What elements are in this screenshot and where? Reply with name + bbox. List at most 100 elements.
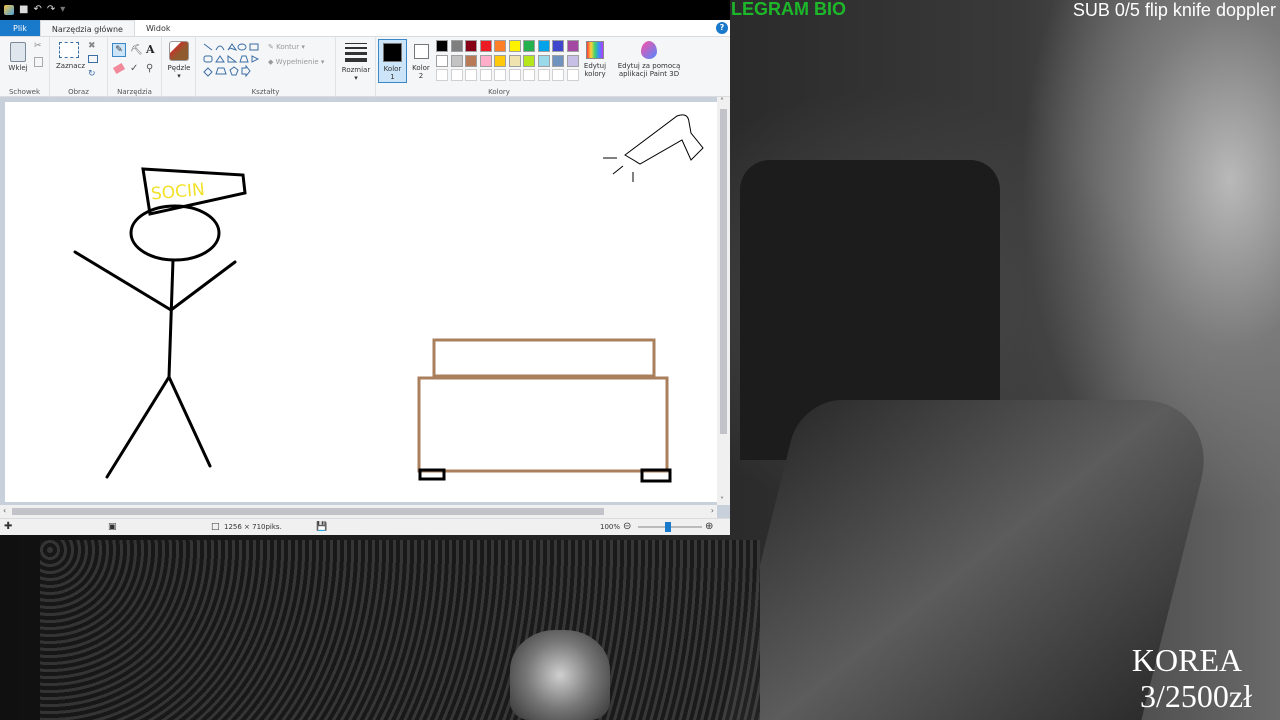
color-swatch[interactable]	[523, 40, 535, 52]
color-swatch[interactable]	[465, 69, 477, 81]
color-swatch[interactable]	[537, 40, 550, 52]
edit-colors-button[interactable]: Edytuj kolory	[582, 41, 608, 78]
color-swatch[interactable]	[479, 69, 492, 81]
eraser-icon[interactable]	[112, 62, 126, 75]
tab-home[interactable]: Narzędzia główne	[39, 20, 135, 36]
color-swatch[interactable]	[566, 40, 579, 52]
korea-goal-overlay: KOREA 3/2500zł	[1092, 642, 1252, 714]
stick-figure-body	[167, 258, 175, 379]
image-group: Zaznacz ✖ ↻ Obraz	[50, 37, 108, 97]
color-swatch[interactable]	[465, 40, 477, 52]
status-bar: ✚ ▣ □ 1256 × 710piks. 💾 100% ⊝ ⊕	[0, 518, 730, 535]
color-swatch[interactable]	[494, 69, 506, 81]
color-swatch[interactable]	[552, 69, 564, 81]
horizontal-scroll-thumb[interactable]	[12, 508, 604, 515]
hat-text: SOCIN	[150, 180, 205, 205]
size-button[interactable]: Rozmiar ▾	[340, 43, 372, 82]
tab-file[interactable]: Plik	[0, 20, 40, 36]
color-swatch[interactable]	[508, 40, 521, 52]
color-swatch[interactable]	[450, 40, 463, 52]
color-picker-icon[interactable]: ✓	[130, 63, 138, 74]
edit-colors-label-1: Edytuj	[583, 62, 607, 70]
chevron-down-icon: ▾	[177, 72, 181, 80]
vertical-scroll-thumb[interactable]	[720, 109, 727, 434]
fill-label: Wypełnienie	[275, 58, 319, 66]
fill-bucket-icon[interactable]: ⛏	[130, 45, 143, 56]
zoom-level: 100%	[600, 523, 621, 531]
undo-icon[interactable]: ↶	[33, 0, 41, 20]
color-swatch[interactable]	[450, 54, 463, 67]
outline-dropdown[interactable]: ✎ Kontur ▾	[268, 43, 305, 51]
cursor-position-icon: ✚	[4, 521, 13, 532]
color-swatch[interactable]	[523, 54, 535, 67]
paint3d-icon	[641, 41, 657, 59]
color1-button[interactable]: Kolor 1	[378, 39, 407, 83]
line-width-icon	[345, 43, 367, 62]
zoom-out-icon[interactable]: ⊝	[623, 519, 631, 535]
color-swatch[interactable]	[537, 54, 550, 67]
crop-icon[interactable]: ✖	[88, 41, 96, 51]
edit-paint3d-button[interactable]: Edytuj za pomocą aplikacji Paint 3D	[614, 41, 684, 78]
rotate-icon[interactable]: ↻	[88, 69, 96, 79]
stick-figure-left-arm	[73, 250, 173, 312]
color2-swatch	[413, 44, 429, 59]
horizontal-scrollbar[interactable]: ‹ ›	[0, 505, 717, 518]
background-chainmail	[40, 540, 760, 720]
color2-button[interactable]: Kolor 2	[408, 39, 434, 83]
paste-label: Wklej	[8, 64, 28, 72]
scroll-right-icon[interactable]: ›	[711, 506, 714, 515]
color-swatch[interactable]	[537, 69, 550, 81]
scroll-down-icon[interactable]: ˅	[720, 496, 724, 505]
color1-label: Kolor	[383, 65, 402, 73]
color-swatch[interactable]	[450, 69, 463, 81]
color-swatch[interactable]	[552, 54, 564, 67]
shapes-gallery[interactable]	[202, 42, 262, 80]
scroll-left-icon[interactable]: ‹	[3, 506, 6, 515]
chevron-down-icon: ▾	[354, 74, 358, 82]
color-swatch[interactable]	[566, 69, 579, 81]
magnifier-icon[interactable]: ⚲	[146, 63, 153, 74]
color2-number: 2	[418, 72, 424, 80]
edit-colors-label-2: kolory	[584, 70, 606, 78]
redo-icon[interactable]: ↷	[47, 0, 55, 20]
save-icon[interactable]: ■	[19, 0, 28, 20]
drawing: SOCIN	[73, 114, 704, 483]
brushes-group: Pędzle ▾	[162, 37, 196, 97]
color-swatch[interactable]	[494, 54, 506, 67]
color-swatch[interactable]	[552, 40, 564, 52]
copy-icon[interactable]	[34, 57, 43, 67]
drawing-canvas[interactable]: SOCIN	[5, 102, 717, 502]
select-button[interactable]: Zaznacz	[56, 42, 85, 70]
fill-dropdown[interactable]: ◆ Wypełnienie ▾	[268, 58, 324, 66]
pencil-icon[interactable]: ✎	[112, 43, 126, 57]
text-tool-icon[interactable]: A	[146, 43, 155, 56]
tab-view[interactable]: Widok	[135, 20, 182, 36]
color-swatch[interactable]	[494, 40, 506, 52]
color-swatch[interactable]	[523, 69, 535, 81]
color-swatch[interactable]	[508, 69, 521, 81]
wolf-medallion	[510, 630, 610, 720]
color-swatch[interactable]	[479, 54, 492, 67]
help-icon[interactable]: ?	[716, 22, 728, 34]
color-swatch[interactable]	[436, 69, 448, 81]
scroll-up-icon[interactable]: ˄	[720, 97, 724, 106]
colors-group: Edytuj kolory Edytuj za pomocą aplikacji…	[434, 37, 684, 97]
resize-icon[interactable]	[88, 55, 98, 63]
bed-headboard	[432, 338, 656, 378]
stick-figure-right-leg	[167, 375, 212, 468]
brushes-button[interactable]: Pędzle ▾	[166, 41, 192, 80]
cut-icon[interactable]: ✂	[34, 41, 42, 51]
bed-foot-left	[418, 468, 446, 481]
vertical-scrollbar[interactable]: ˄ ˅	[717, 97, 730, 505]
color-swatch[interactable]	[479, 40, 492, 52]
zoom-slider-thumb[interactable]	[665, 522, 671, 532]
color-swatch[interactable]	[566, 54, 579, 67]
color-swatch[interactable]	[508, 54, 521, 67]
paste-button[interactable]: Wklej	[6, 42, 30, 72]
customize-quick-access-icon[interactable]: ▾	[60, 0, 65, 20]
color-swatch[interactable]	[436, 54, 448, 67]
color-swatch[interactable]	[436, 40, 448, 52]
zoom-in-icon[interactable]: ⊕	[705, 519, 713, 535]
title-bar: ■ ↶ ↷ ▾	[0, 0, 730, 20]
color-swatch[interactable]	[465, 54, 477, 67]
